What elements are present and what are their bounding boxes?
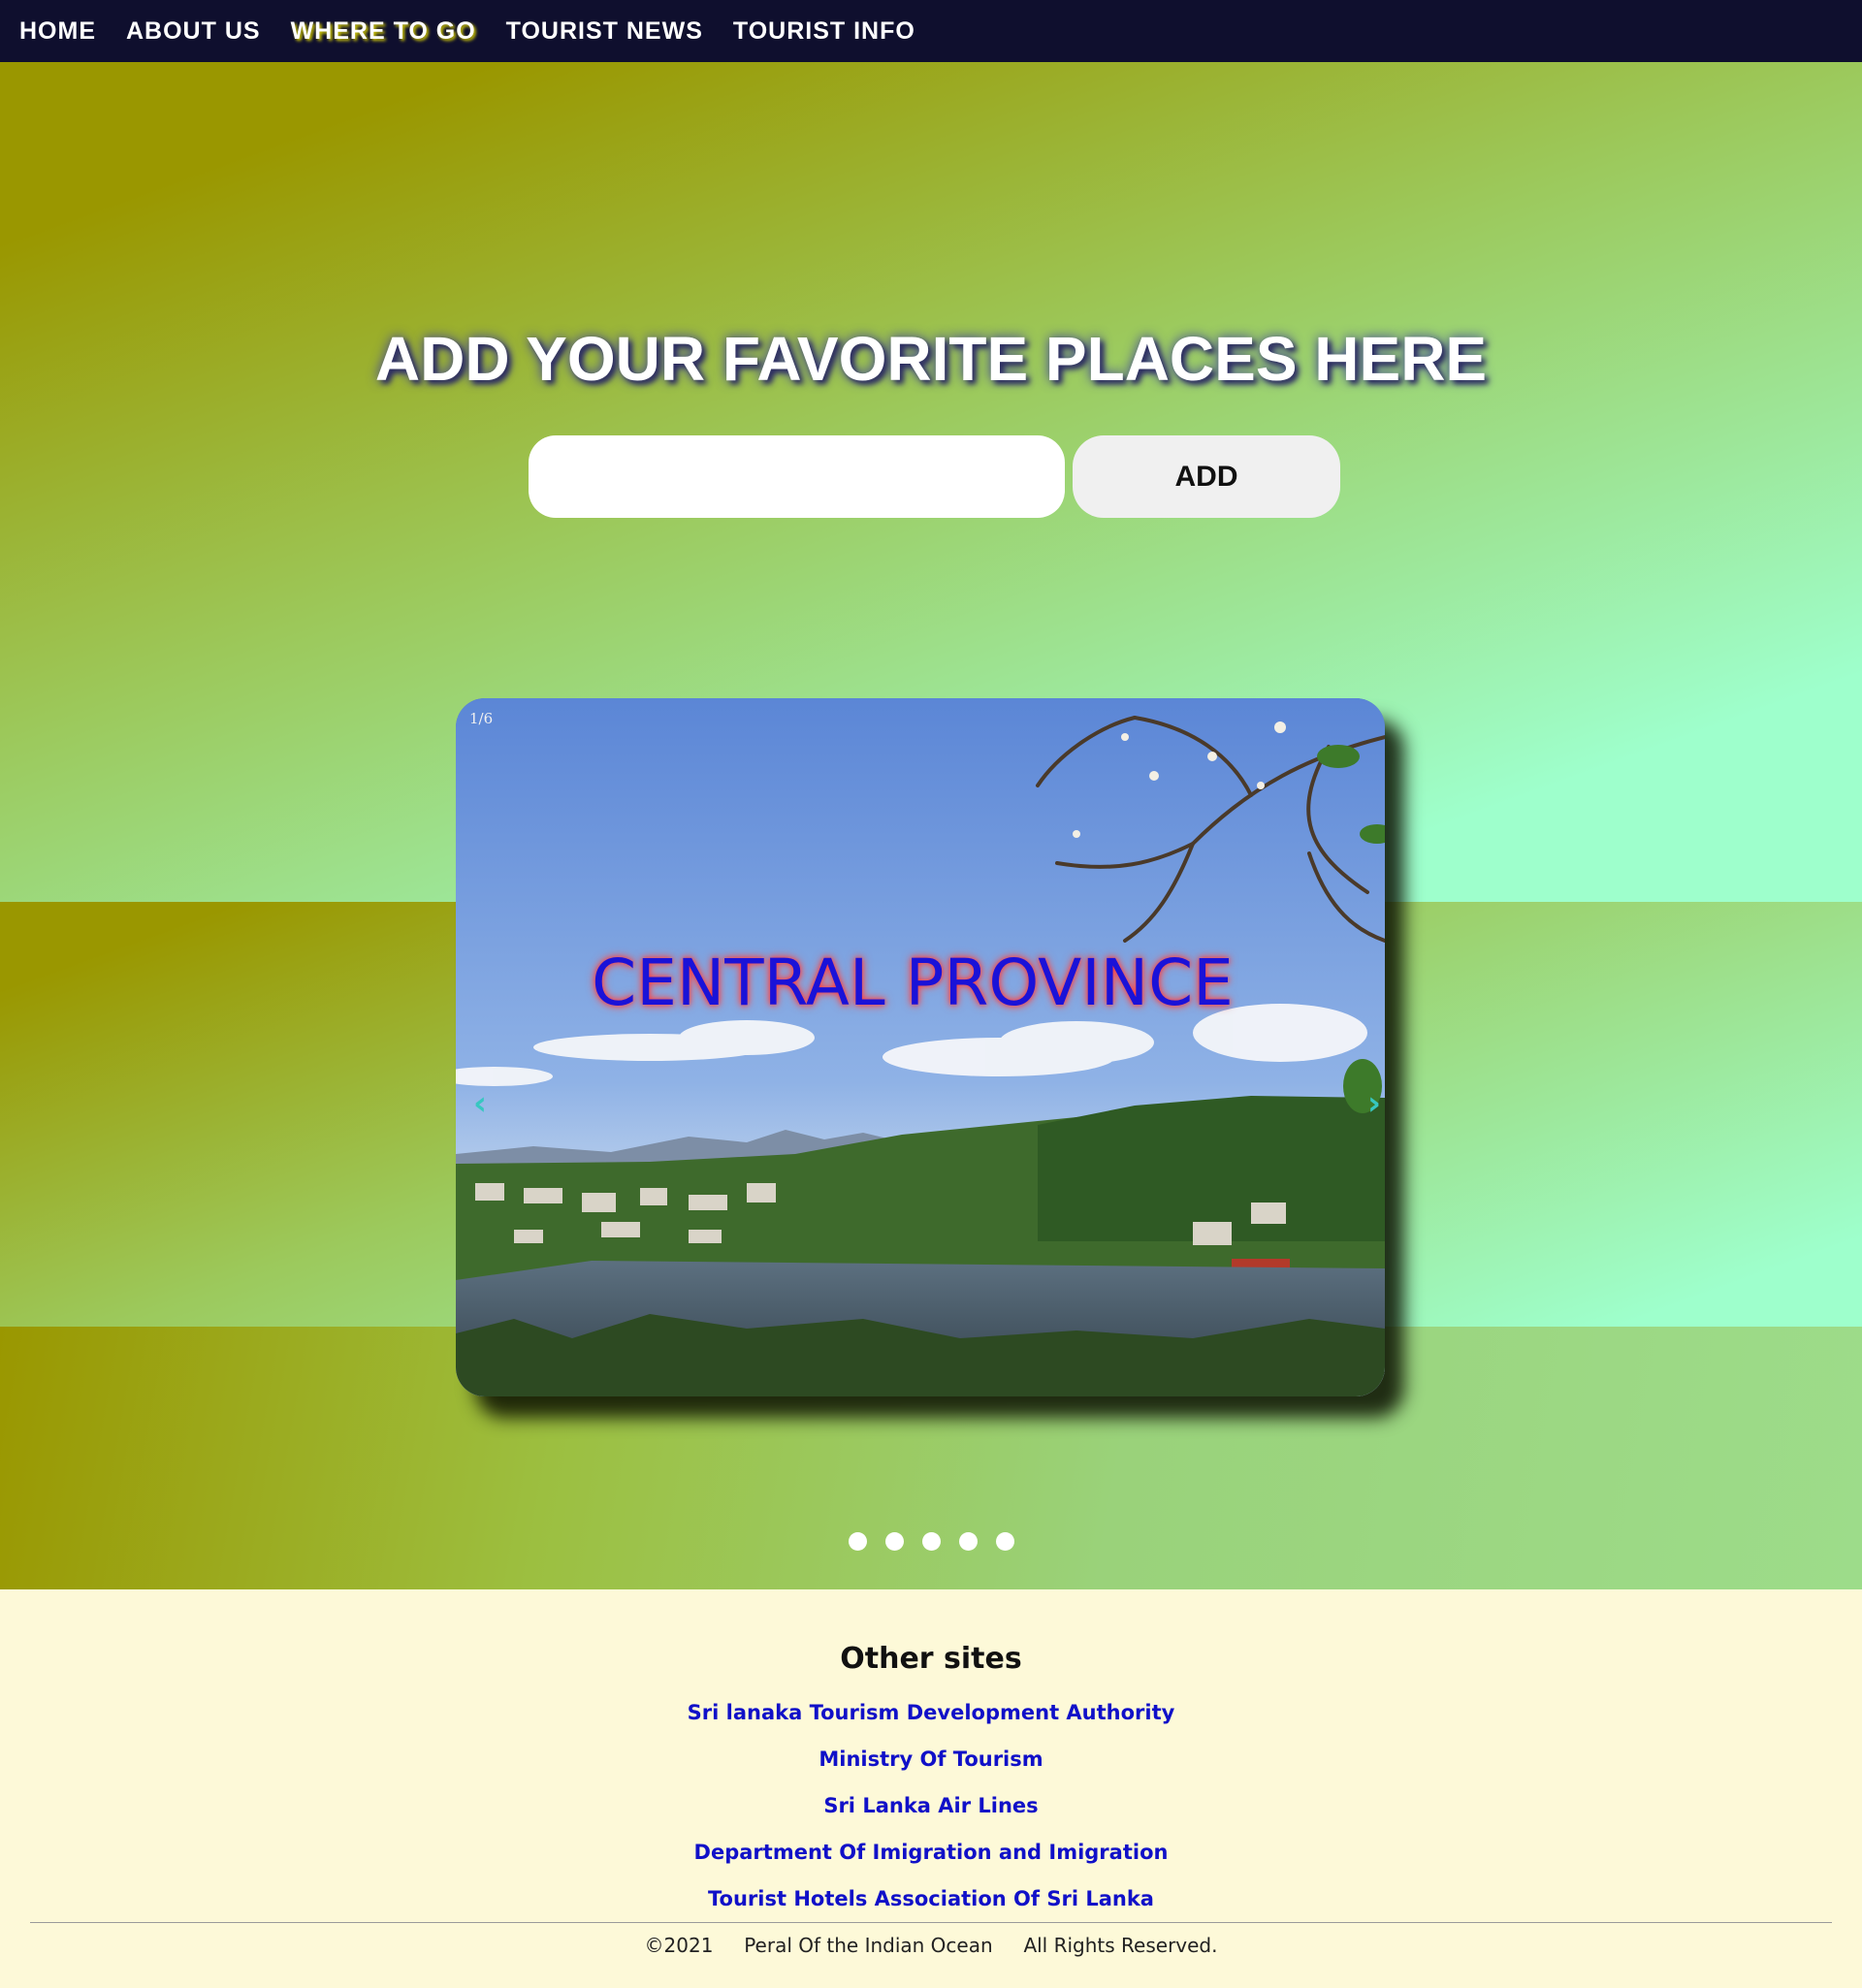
footer-link-ministry-of-tourism[interactable]: Ministry Of Tourism — [0, 1747, 1862, 1793]
prev-slide-button[interactable]: ‹ — [473, 1084, 487, 1123]
slide-caption: CENTRAL PROVINCE — [592, 946, 1234, 1020]
nav-about-us[interactable]: ABOUT US — [126, 17, 261, 46]
slide-dot[interactable] — [995, 1532, 1014, 1551]
footer-divider — [30, 1922, 1832, 1923]
other-sites-links: Sri lanaka Tourism Development Authority… — [0, 1700, 1862, 1933]
nav-tourist-info[interactable]: TOURIST INFO — [733, 17, 915, 46]
favorite-place-input[interactable] — [529, 435, 1065, 518]
copyright-text: ©2021 Peral Of the Indian Ocean All Righ… — [644, 1934, 1218, 1957]
nav-where-to-go[interactable]: WHERE TO GO — [291, 17, 476, 46]
footer-link-tourism-authority[interactable]: Sri lanaka Tourism Development Authority — [0, 1700, 1862, 1747]
footer-link-sri-lanka-airlines[interactable]: Sri Lanka Air Lines — [0, 1793, 1862, 1840]
slide-dot[interactable] — [921, 1532, 941, 1551]
nav-tourist-news[interactable]: TOURIST NEWS — [506, 17, 703, 46]
footer-link-tourist-hotels-association[interactable]: Tourist Hotels Association Of Sri Lanka — [0, 1886, 1862, 1933]
slide-counter: 1/6 — [469, 710, 494, 727]
slide-image — [456, 698, 1385, 1396]
page-title: ADD YOUR FAVORITE PLACES HERE — [374, 324, 1488, 394]
nav-home[interactable]: HOME — [19, 17, 96, 46]
slide-dot[interactable] — [848, 1532, 867, 1551]
slide-dot[interactable] — [884, 1532, 904, 1551]
slide-dot[interactable] — [958, 1532, 978, 1551]
next-slide-button[interactable]: › — [1367, 1084, 1381, 1123]
slideshow: 1/6 CENTRAL PROVINCE ‹ › — [456, 698, 1385, 1396]
add-button[interactable]: ADD — [1073, 435, 1340, 518]
top-navigation: HOME ABOUT US WHERE TO GO TOURIST NEWS T… — [0, 0, 1862, 62]
slide-dots — [0, 1532, 1862, 1551]
footer-title: Other sites — [840, 1642, 1022, 1676]
footer-link-department-of-immigration[interactable]: Department Of Imigration and Imigration — [0, 1840, 1862, 1886]
